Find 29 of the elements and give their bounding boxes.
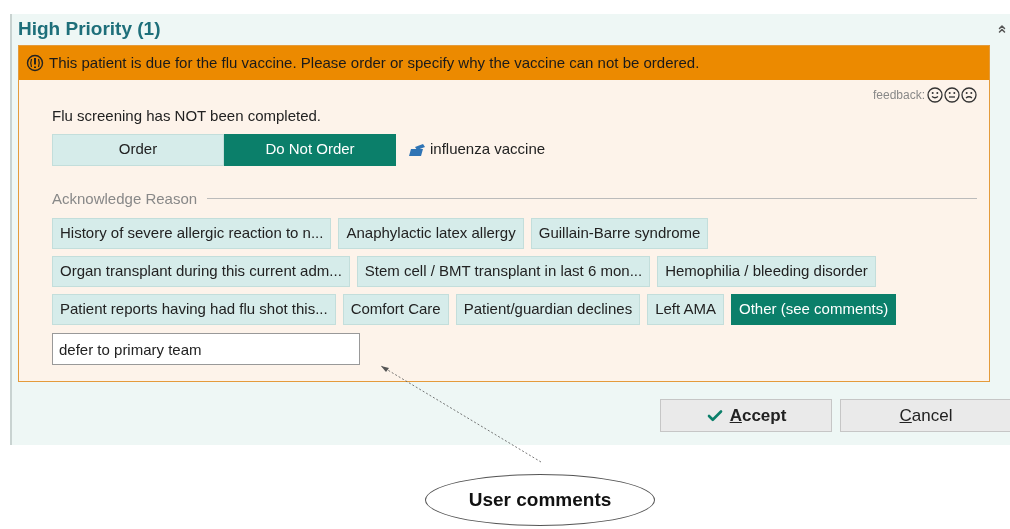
reason-option[interactable]: Comfort Care bbox=[342, 294, 449, 325]
reason-option[interactable]: Organ transplant during this current adm... bbox=[52, 256, 350, 287]
order-toggle[interactable]: Do Not Order bbox=[224, 133, 396, 166]
reason-option[interactable]: Stem cell / BMT transplant in last 6 mon... bbox=[356, 256, 651, 287]
sad-face-icon[interactable] bbox=[961, 87, 977, 103]
feedback-label: feedback: bbox=[872, 87, 925, 104]
reason-option[interactable]: History of severe allergic reaction to n... bbox=[52, 218, 332, 249]
reason-option[interactable]: Other (see comments) bbox=[731, 294, 897, 325]
cancel-button[interactable]: Cancel bbox=[840, 399, 1010, 432]
reason-option[interactable]: Patient reports having had flu shot this... bbox=[52, 294, 336, 325]
reason-option[interactable]: Guillain-Barre syndrome bbox=[530, 218, 709, 249]
collapse-icon[interactable] bbox=[996, 23, 1008, 35]
reason-option[interactable]: Patient/guardian declines bbox=[455, 294, 641, 325]
order-icon bbox=[408, 142, 426, 157]
alert-message: This patient is due for the flu vaccine. Please order or specify why the vaccine can not be ordered. bbox=[49, 52, 700, 73]
warning-icon bbox=[26, 54, 44, 72]
reason-option[interactable]: Hemophilia / bleeding disorder bbox=[657, 256, 876, 287]
reason-option[interactable]: Left AMA bbox=[647, 294, 724, 325]
reason-option[interactable]: Anaphylactic latex allergy bbox=[338, 218, 524, 249]
comment-field[interactable]: defer to primary team bbox=[52, 333, 360, 365]
neutral-face-icon[interactable] bbox=[944, 87, 960, 103]
order-toggle[interactable]: Order bbox=[52, 133, 224, 166]
order-item-name: influenza vaccine bbox=[430, 139, 546, 160]
screening-status: Flu screening has NOT been completed. bbox=[52, 106, 323, 126]
annotation-bubble: User comments bbox=[425, 474, 655, 526]
smiley-face-icon[interactable] bbox=[927, 87, 943, 103]
section-title: High Priority (1) bbox=[18, 16, 161, 41]
accept-button[interactable]: Accept bbox=[660, 399, 832, 432]
acknowledge-heading: Acknowledge Reason bbox=[52, 188, 198, 209]
